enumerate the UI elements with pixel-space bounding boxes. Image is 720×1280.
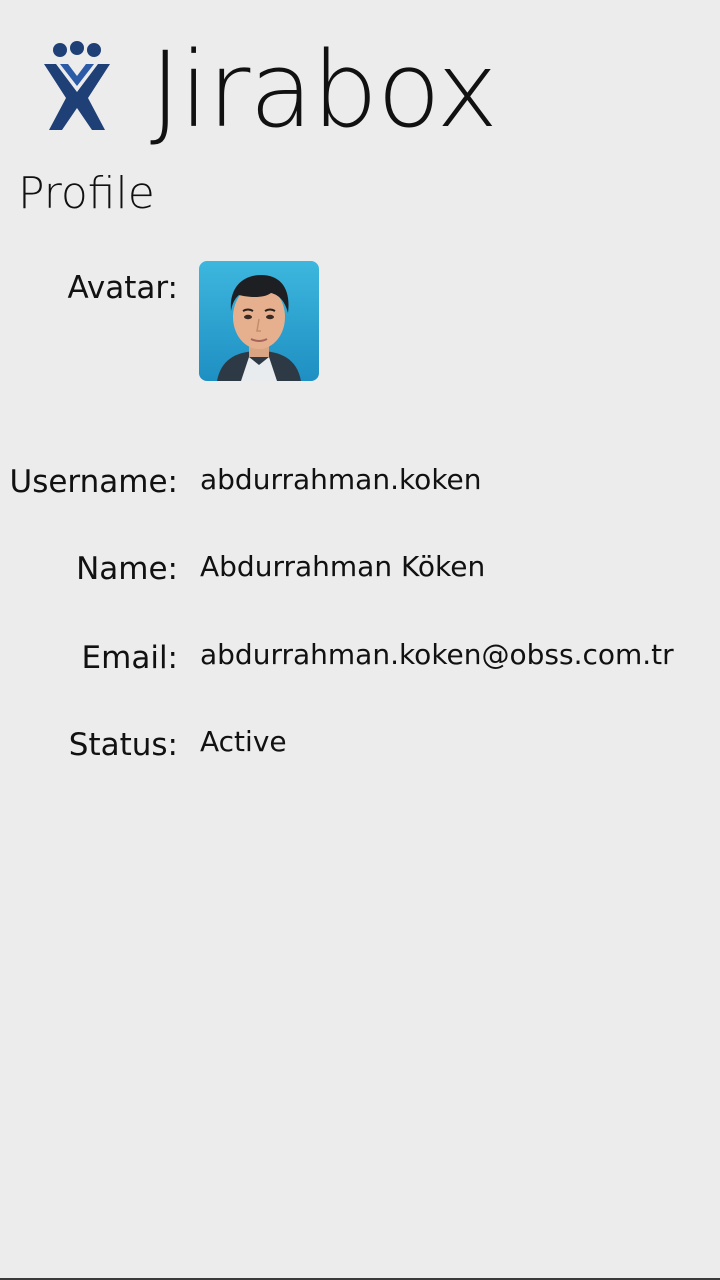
app-title: Jirabox <box>150 29 498 151</box>
email-value: abdurrahman.koken@obss.com.tr <box>200 638 674 671</box>
avatar-label: Avatar: <box>67 270 178 306</box>
status-label: Status: <box>68 727 178 763</box>
email-label: Email: <box>81 640 178 676</box>
jira-logo-icon <box>38 40 116 134</box>
name-label: Name: <box>76 551 178 587</box>
name-value: Abdurrahman Köken <box>200 550 486 583</box>
username-value: abdurrahman.koken <box>200 463 482 496</box>
status-value: Active <box>200 725 287 758</box>
avatar <box>199 261 319 381</box>
username-label: Username: <box>9 464 178 500</box>
app-header: Jirabox <box>0 0 720 160</box>
page-title: Profile <box>18 168 155 219</box>
